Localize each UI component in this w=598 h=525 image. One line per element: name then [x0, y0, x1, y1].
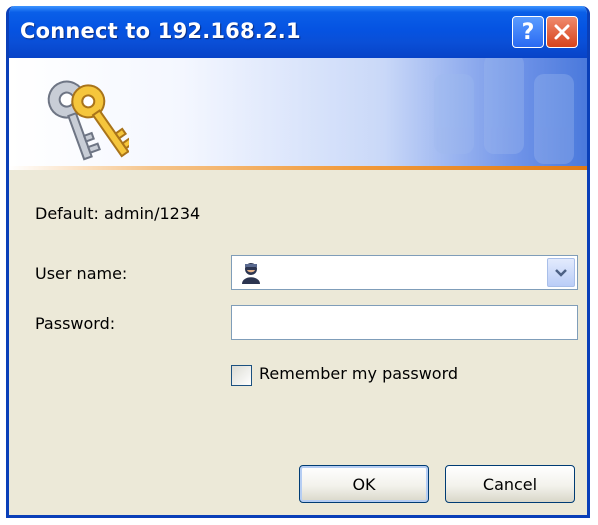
user-name-combobox[interactable] — [231, 255, 578, 290]
password-input[interactable] — [231, 305, 578, 340]
login-dialog: Connect to 192.168.2.1 ? Default: admin/… — [6, 6, 590, 518]
close-icon — [554, 24, 570, 40]
password-label: Password: — [35, 314, 116, 333]
header-banner — [9, 58, 587, 170]
remember-password-label[interactable]: Remember my password — [259, 364, 458, 383]
remember-password-checkbox[interactable] — [231, 365, 252, 386]
help-button[interactable]: ? — [512, 16, 544, 48]
user-icon — [242, 263, 260, 284]
banner-divider — [9, 166, 587, 170]
user-name-label: User name: — [35, 264, 128, 283]
keys-icon — [47, 80, 129, 161]
user-name-input[interactable] — [268, 260, 530, 285]
help-icon: ? — [521, 19, 535, 45]
window-title: Connect to 192.168.2.1 — [20, 19, 301, 43]
chevron-down-icon — [555, 268, 567, 277]
keys-watermark-icon — [434, 58, 574, 164]
cancel-button[interactable]: Cancel — [445, 465, 575, 503]
ok-button[interactable]: OK — [299, 465, 429, 503]
user-name-dropdown-button[interactable] — [547, 258, 575, 287]
title-bar[interactable]: Connect to 192.168.2.1 ? — [9, 6, 587, 58]
close-button[interactable] — [546, 16, 578, 48]
default-credentials-note: Default: admin/1234 — [35, 204, 201, 223]
